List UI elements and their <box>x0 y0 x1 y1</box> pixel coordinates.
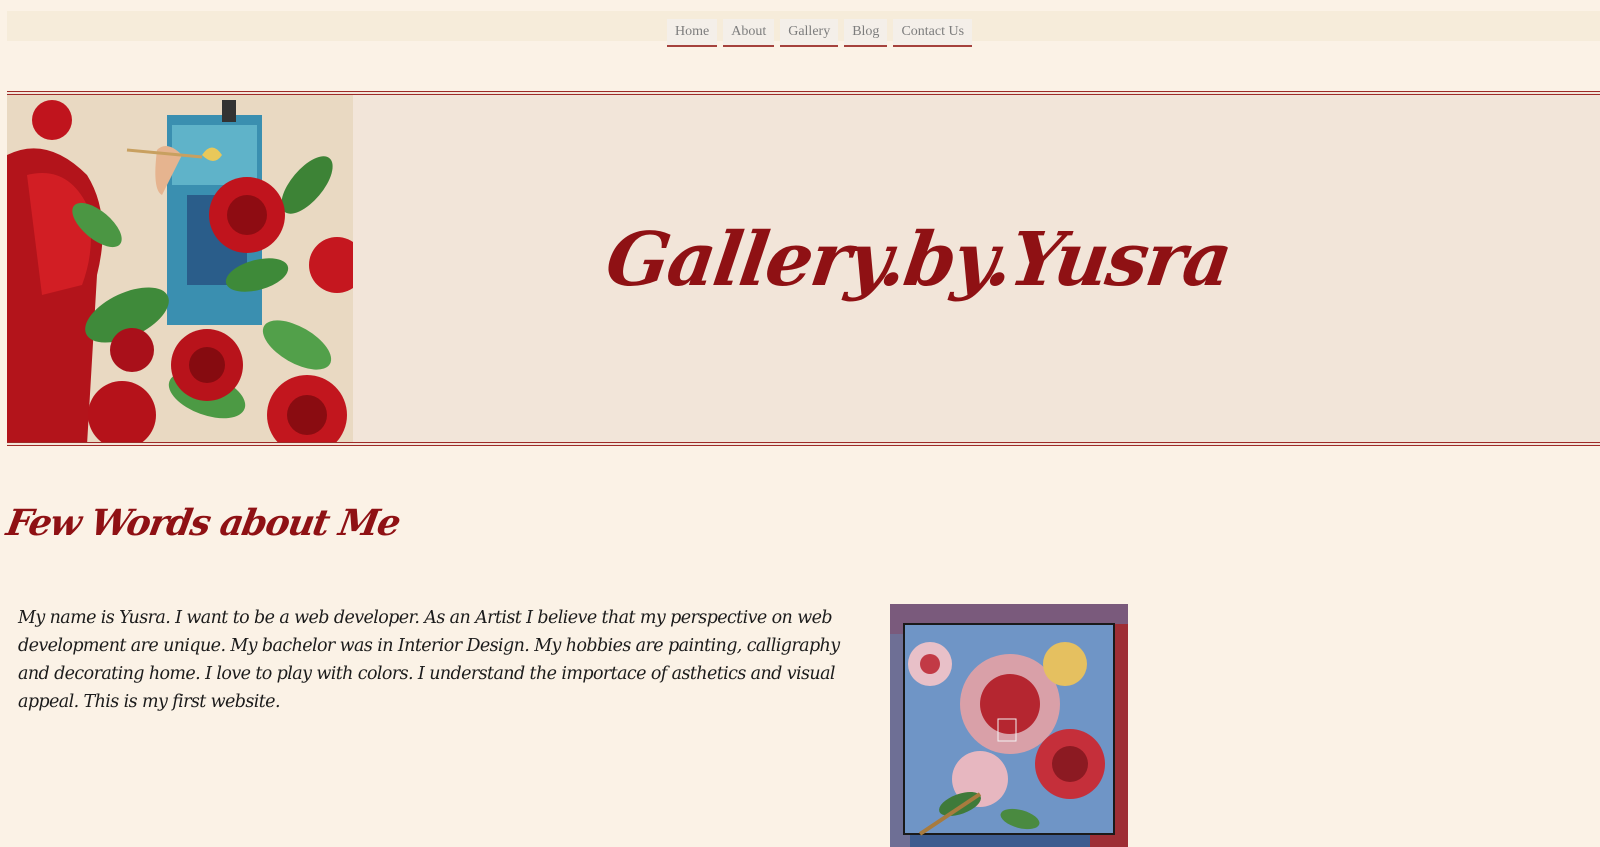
nav-about-link[interactable]: About <box>723 19 775 47</box>
hero-banner: Gallery.by.Yusra <box>7 91 1600 446</box>
nav-contact-link[interactable]: Contact Us <box>893 19 973 47</box>
site-title: Gallery.by.Yusra <box>600 217 1236 303</box>
nav-blog-link[interactable]: Blog <box>844 19 888 47</box>
hero-artist-photo <box>7 95 353 442</box>
about-paragraph: My name is Yusra. I want to be a web dev… <box>18 608 840 712</box>
nav-menu: Home About Gallery Blog Contact Us <box>667 19 973 47</box>
about-heading: Few Words about Me <box>3 502 403 544</box>
nav-home-link[interactable]: Home <box>667 19 718 47</box>
artwork-image <box>890 604 1128 847</box>
top-navbar: Home About Gallery Blog Contact Us <box>7 11 1600 47</box>
nav-gallery-link[interactable]: Gallery <box>780 19 839 47</box>
